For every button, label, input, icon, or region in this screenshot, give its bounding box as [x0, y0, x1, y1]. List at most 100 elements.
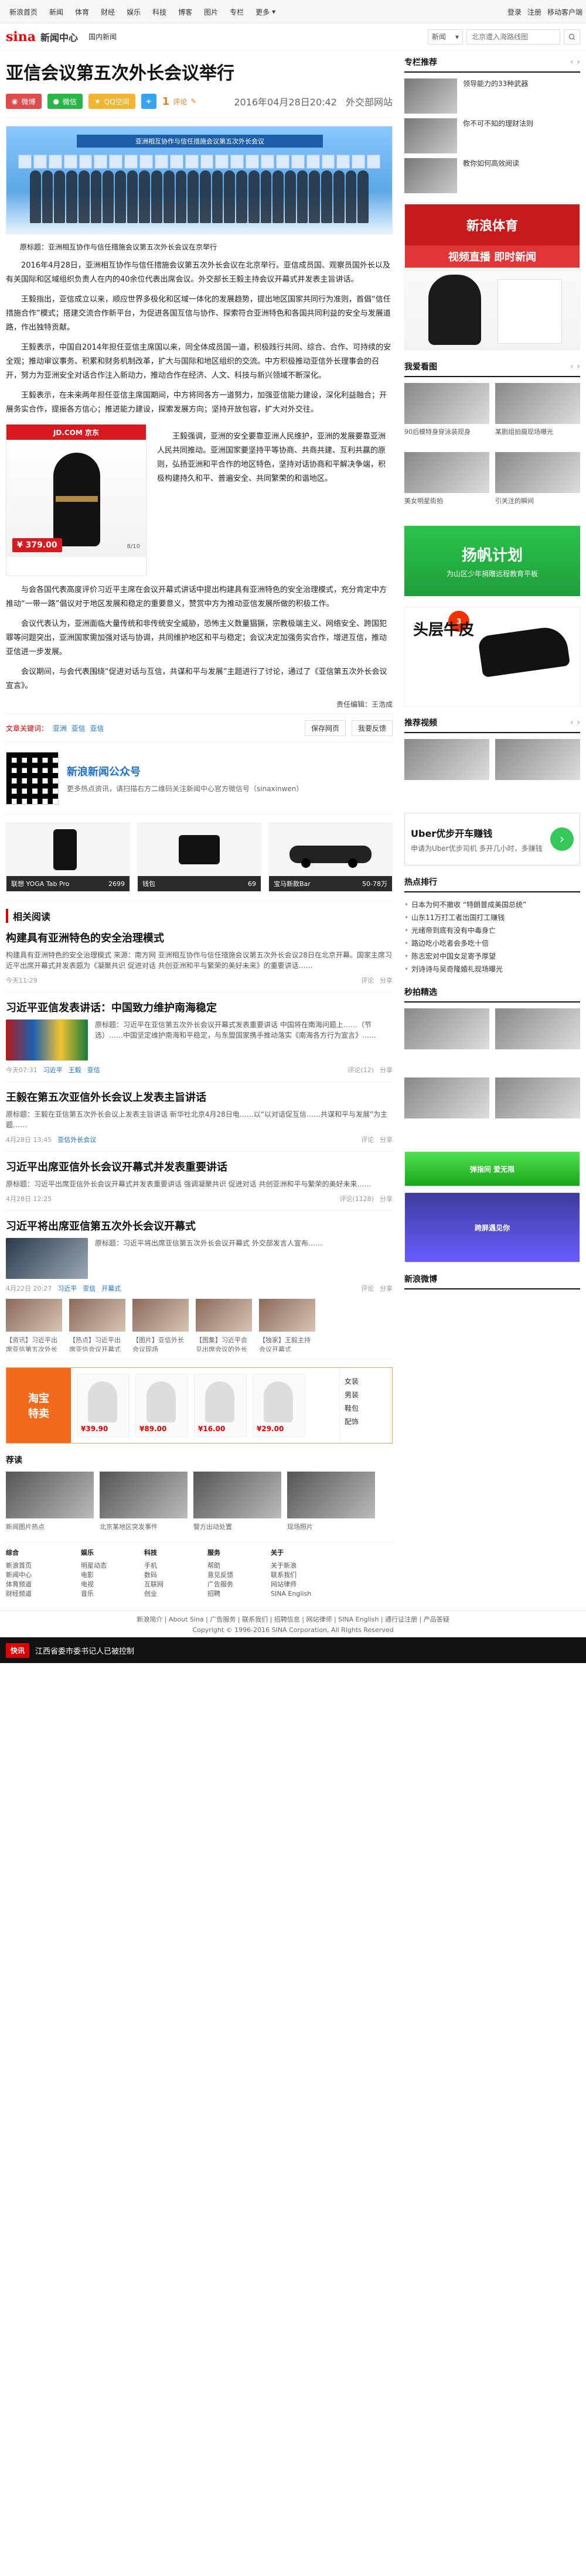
- nav-item-sports[interactable]: 体育: [69, 7, 95, 17]
- share-weixin-button[interactable]: ● 微信: [47, 94, 83, 109]
- breaking-message[interactable]: 江西省委市委书记人已被控制: [35, 1645, 134, 1656]
- footer-link[interactable]: 网站律师: [271, 1580, 329, 1589]
- keyword-tag[interactable]: 亚洲: [53, 724, 67, 733]
- footer-link[interactable]: 广告服务: [207, 1580, 266, 1589]
- footer-link[interactable]: 电影: [81, 1571, 139, 1580]
- search-button[interactable]: [564, 29, 580, 45]
- gallery-item[interactable]: 【热点】习近平出席亚信会议开幕式: [69, 1299, 125, 1352]
- footer-link[interactable]: 帮助: [207, 1561, 266, 1571]
- related-headline[interactable]: 习近平亚信发表讲话：中国致力维护南海稳定: [6, 1000, 393, 1015]
- share-qzone-button[interactable]: ★ QQ空间: [88, 94, 135, 109]
- sidebar-green-ad[interactable]: 扬帆计划 为山区少年捐赠远程教育平板: [404, 526, 580, 596]
- nav-item-home[interactable]: 新浪首页: [4, 7, 43, 17]
- chevron-left-icon[interactable]: ‹: [570, 57, 574, 67]
- related-headline[interactable]: 习近平将出席亚信第五次外长会议开幕式: [6, 1218, 393, 1233]
- hot-item[interactable]: 日本为何不撤收 “特朗普成美国总统”: [404, 898, 580, 911]
- bottom-links[interactable]: 新浪简介 | About Sina | 广告服务 | 联系我们 | 招聘信息 |…: [0, 1614, 586, 1624]
- search-input[interactable]: [466, 29, 560, 45]
- sidebar-sport-ad[interactable]: 新浪体育 视频直播 即时新闻: [404, 204, 580, 350]
- image-card[interactable]: 某剧组拍摄现场曝光: [495, 383, 580, 446]
- keyword-tag[interactable]: 亚信: [71, 724, 86, 733]
- footer-link[interactable]: 财经频道: [6, 1589, 76, 1599]
- nav-item-blog[interactable]: 博客: [172, 7, 198, 17]
- related-comments[interactable]: 评论: [361, 1135, 374, 1144]
- pic-card[interactable]: 北京某地区突发事件: [100, 1472, 188, 1531]
- hot-item[interactable]: 山东11万打工者出国打工赚钱: [404, 911, 580, 924]
- mall-menu-item[interactable]: 男装: [345, 1390, 387, 1400]
- related-comments[interactable]: 评论(12): [347, 1065, 374, 1075]
- mall-item[interactable]: ¥89.00: [135, 1374, 188, 1437]
- hot-item[interactable]: 路边吃小吃者会多吃十倍: [404, 937, 580, 950]
- footer-link[interactable]: 新浪首页: [6, 1561, 76, 1571]
- footer-link[interactable]: 关于新浪: [271, 1561, 329, 1571]
- mall-menu-item[interactable]: 鞋包: [345, 1403, 387, 1413]
- keyword-tag[interactable]: 亚信: [90, 724, 104, 733]
- image-card[interactable]: 引关注的瞬间: [495, 452, 580, 515]
- related-tag[interactable]: 亚信: [83, 1284, 96, 1293]
- sport-ad[interactable]: 新浪体育 视频直播 即时新闻: [404, 204, 580, 350]
- pic-card[interactable]: 新闻图片热点: [6, 1472, 94, 1531]
- product-card[interactable]: 联想 YOGA Tab Pro 2699: [6, 823, 130, 892]
- jd-ad[interactable]: JD.COM 京东 ¥ 379.00 8/10: [6, 424, 146, 576]
- footer-link[interactable]: 电视: [81, 1580, 139, 1589]
- footer-link[interactable]: 音乐: [81, 1589, 139, 1599]
- share-weibo-button[interactable]: ◉ 微博: [6, 94, 42, 109]
- chevron-right-icon[interactable]: ›: [577, 362, 580, 371]
- mall-item[interactable]: ¥29.00: [253, 1374, 305, 1437]
- related-tag[interactable]: 习近平: [57, 1284, 77, 1293]
- footer-link[interactable]: 数码: [144, 1571, 203, 1580]
- pic-card[interactable]: 警方出动处置: [193, 1472, 281, 1531]
- related-share[interactable]: 分享: [380, 1194, 393, 1203]
- logo[interactable]: sina 新闻中心: [6, 29, 78, 45]
- related-headline[interactable]: 习近平出席亚信外长会议开幕式并发表重要讲话: [6, 1159, 393, 1174]
- register-link[interactable]: 注册: [527, 7, 541, 17]
- green-ad[interactable]: 扬帆计划 为山区少年捐赠远程教育平板: [404, 526, 580, 596]
- product-card[interactable]: 钱包 69: [137, 823, 261, 892]
- chevron-right-icon[interactable]: ›: [550, 827, 574, 851]
- mall-menu-item[interactable]: 女装: [345, 1376, 387, 1386]
- related-thumb[interactable]: [6, 1020, 88, 1060]
- hot-item[interactable]: 陈志宏对中国女足寄予厚望: [404, 950, 580, 963]
- mall-item[interactable]: ¥39.90: [77, 1374, 130, 1437]
- sidebar-item[interactable]: 你不可不知的理财法则: [404, 118, 580, 153]
- related-share[interactable]: 分享: [380, 1065, 393, 1075]
- feedback-button[interactable]: 我要反馈: [351, 720, 393, 736]
- video-card[interactable]: [495, 739, 580, 802]
- related-headline[interactable]: 王毅在第五次亚信外长会议上发表主旨讲话: [6, 1089, 393, 1104]
- app-ad[interactable]: 跨屏遇见你: [404, 1192, 580, 1263]
- related-tag[interactable]: 亚信: [87, 1065, 100, 1075]
- nav-item-ent[interactable]: 娱乐: [121, 7, 146, 17]
- related-comments[interactable]: 评论: [361, 1284, 374, 1293]
- related-share[interactable]: 分享: [380, 976, 393, 985]
- mall-ad[interactable]: 淘宝 特卖 ¥39.90 ¥89.00 ¥16.00 ¥29.00 女装 男装 …: [6, 1367, 393, 1443]
- nav-item-finance[interactable]: 财经: [95, 7, 121, 17]
- related-tag[interactable]: 王毅: [69, 1065, 81, 1075]
- gallery-item[interactable]: 【图集】习近平会见出席会议的外长: [196, 1299, 252, 1352]
- footer-link[interactable]: SINA English: [271, 1589, 329, 1599]
- chevron-right-icon[interactable]: ›: [577, 718, 580, 727]
- breadcrumb[interactable]: 国内新闻: [88, 32, 117, 42]
- share-more-button[interactable]: +: [141, 94, 156, 109]
- related-tag[interactable]: 习近平: [43, 1065, 63, 1075]
- mobile-client-link[interactable]: 移动客户端: [547, 7, 582, 17]
- nav-more[interactable]: 更多 ▾: [250, 7, 281, 17]
- related-tag[interactable]: 亚信外长会议: [57, 1135, 96, 1144]
- mall-menu-item[interactable]: 配饰: [345, 1417, 387, 1426]
- article-source[interactable]: 外交部网站: [346, 97, 393, 108]
- footer-link[interactable]: 新闻中心: [6, 1571, 76, 1580]
- shop-ad[interactable]: 3 头层牛皮: [404, 607, 580, 706]
- login-link[interactable]: 登录: [507, 7, 522, 17]
- chevron-left-icon[interactable]: ‹: [570, 718, 574, 727]
- hot-item[interactable]: 刘诗诗与吴奇隆婚礼现场曝光: [404, 963, 580, 976]
- footer-link[interactable]: 明星动态: [81, 1561, 139, 1571]
- chevron-left-icon[interactable]: ‹: [570, 362, 574, 371]
- footer-link[interactable]: 意见反馈: [207, 1571, 266, 1580]
- app-ad[interactable]: 弹指间 爱无限: [404, 1151, 580, 1186]
- search-scope-select[interactable]: 新闻 ▾: [428, 29, 463, 45]
- footer-link[interactable]: 招聘: [207, 1589, 266, 1599]
- save-page-button[interactable]: 保存网页: [304, 720, 346, 736]
- chevron-right-icon[interactable]: ›: [577, 57, 580, 67]
- related-headline[interactable]: 构建具有亚洲特色的安全治理模式: [6, 930, 393, 945]
- comment-entry[interactable]: 1 评论 ✎: [162, 95, 197, 108]
- gallery-item[interactable]: 【独家】王毅主持会议开幕式: [259, 1299, 315, 1352]
